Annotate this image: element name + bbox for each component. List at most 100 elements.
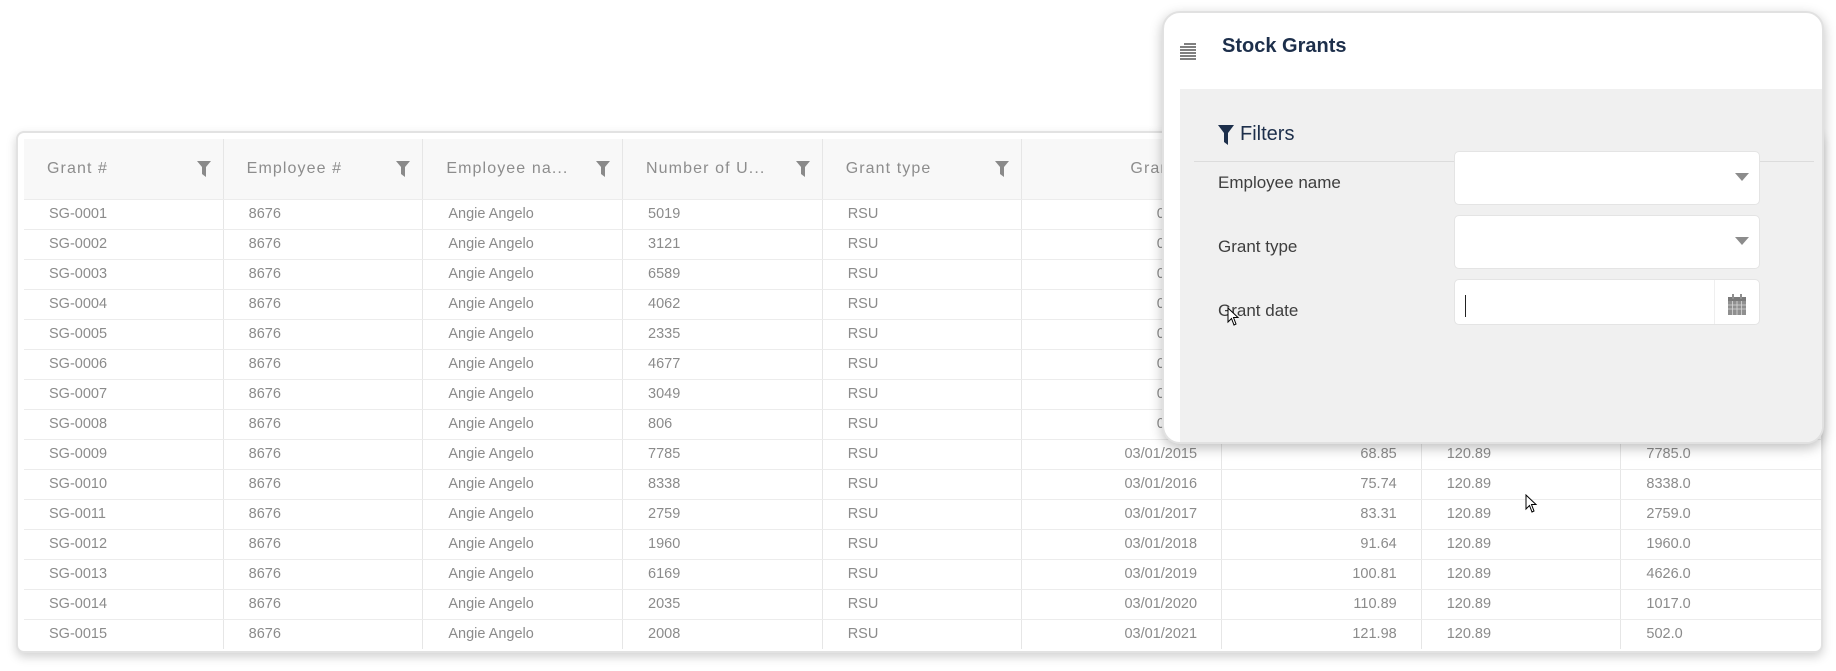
- number-of-units-cell: 4677: [623, 350, 823, 379]
- grant-number-cell: SG-0009: [24, 440, 224, 469]
- grant-type-cell: RSU: [823, 350, 1023, 379]
- filters-title: Filters: [1240, 123, 1295, 145]
- calendar-icon[interactable]: [1727, 294, 1747, 316]
- filter-icon: [1218, 124, 1234, 145]
- employee-number-cell: 8676: [224, 560, 424, 589]
- col-9-cell: 502.0: [1646, 626, 1683, 642]
- table-row[interactable]: SG-0015 8676 Angie Angelo 2008 RSU 03/01/2021…: [24, 619, 1821, 649]
- number-of-units-cell: 4062: [623, 290, 823, 319]
- grant-number-cell: SG-0013: [24, 560, 224, 589]
- grant-number-cell: SG-0001: [24, 200, 224, 229]
- employee-number-cell: 8676: [224, 380, 424, 409]
- grant-date-input[interactable]: [1455, 280, 1715, 324]
- employee-number-cell: 8676: [224, 470, 424, 499]
- table-row[interactable]: SG-0014 8676 Angie Angelo 2035 RSU 03/01/2020…: [24, 589, 1821, 619]
- col-8-cell: 120.89: [1422, 500, 1622, 529]
- menu-lines-icon[interactable]: [1178, 41, 1198, 61]
- col-8-cell: 120.89: [1422, 590, 1622, 619]
- grant-number-cell: SG-0010: [24, 470, 224, 499]
- number-of-units-cell: 8338: [623, 470, 823, 499]
- employee-name-cell: Angie Angelo: [423, 440, 624, 469]
- col-8-cell: 120.89: [1422, 440, 1622, 469]
- employee-name-cell: Angie Angelo: [423, 530, 624, 559]
- employee-number-cell: 8676: [224, 590, 424, 619]
- table-row[interactable]: SG-0011 8676 Angie Angelo 2759 RSU 03/01/2017…: [24, 499, 1821, 529]
- employee-name-cell: Angie Angelo: [423, 470, 624, 499]
- grant-type-cell: RSU: [823, 230, 1023, 259]
- column-filter-icon[interactable]: [596, 161, 611, 177]
- column-header-label: Employee #: [246, 160, 343, 177]
- grant-type-cell: RSU: [823, 470, 1023, 499]
- chevron-down-icon[interactable]: [1735, 173, 1749, 181]
- grant-type-cell: RSU: [823, 440, 1023, 469]
- col-8-cell: 120.89: [1422, 470, 1622, 499]
- col-9-cell: 8338.0: [1646, 476, 1691, 492]
- column-header[interactable]: Grant type: [823, 139, 1023, 199]
- grant-number-cell: SG-0002: [24, 230, 224, 259]
- column-filter-icon[interactable]: [196, 161, 211, 177]
- grant-date-cell: 03/01/2016: [1022, 470, 1223, 499]
- employee-number-cell: 8676: [224, 350, 424, 379]
- col-9-cell: 1960.0: [1646, 536, 1691, 552]
- grant-date-cell: 03/01/2017: [1022, 500, 1223, 529]
- grant-number-cell: SG-0011: [24, 500, 224, 529]
- employee-number-cell: 8676: [224, 410, 424, 439]
- number-of-units-cell: 2035: [623, 590, 823, 619]
- col-9-cell: 1017.0: [1646, 596, 1691, 612]
- column-filter-icon[interactable]: [795, 161, 810, 177]
- column-header[interactable]: Number of U...: [623, 139, 823, 199]
- column-filter-icon[interactable]: [995, 161, 1010, 177]
- col-7-cell: 75.74: [1222, 470, 1422, 499]
- column-header[interactable]: Grant #: [24, 139, 224, 199]
- employee-name-cell: Angie Angelo: [423, 290, 624, 319]
- grant-number-cell: SG-0007: [24, 380, 224, 409]
- column-header[interactable]: Employee #: [224, 139, 424, 199]
- grant-type-cell: RSU: [823, 290, 1023, 319]
- employee-number-cell: 8676: [224, 530, 424, 559]
- number-of-units-cell: 3121: [623, 230, 823, 259]
- grant-number-cell: SG-0006: [24, 350, 224, 379]
- text-caret: [1465, 295, 1466, 317]
- employee-number-cell: 8676: [224, 440, 424, 469]
- grant-type-cell: RSU: [823, 530, 1023, 559]
- grant-date-field: [1454, 279, 1760, 325]
- number-of-units-cell: 6589: [623, 260, 823, 289]
- column-header-label: Employee na...: [446, 160, 569, 177]
- chevron-down-icon[interactable]: [1735, 237, 1749, 245]
- grant-type-cell: RSU: [823, 200, 1023, 229]
- number-of-units-cell: 806: [623, 410, 823, 439]
- grant-type-cell: RSU: [823, 410, 1023, 439]
- grant-number-cell: SG-0003: [24, 260, 224, 289]
- employee-number-cell: 8676: [224, 320, 424, 349]
- grant-type-cell: RSU: [823, 590, 1023, 619]
- col-7-cell: 121.98: [1222, 620, 1422, 649]
- col-7-cell: 100.81: [1222, 560, 1422, 589]
- employee-number-cell: 8676: [224, 230, 424, 259]
- grant-type-cell: RSU: [823, 260, 1023, 289]
- grant-type-cell: RSU: [823, 320, 1023, 349]
- employee-name-dropdown[interactable]: [1454, 151, 1760, 205]
- filters-heading: Filters: [1218, 123, 1294, 146]
- table-row[interactable]: SG-0013 8676 Angie Angelo 6169 RSU 03/01/2019…: [24, 559, 1821, 589]
- column-header[interactable]: Employee na...: [423, 139, 624, 199]
- employee-name-cell: Angie Angelo: [423, 230, 624, 259]
- col-9-cell: 2759.0: [1646, 506, 1691, 522]
- grant-type-cell: RSU: [823, 500, 1023, 529]
- grant-date-cell: 03/01/2021: [1022, 620, 1223, 649]
- column-filter-icon[interactable]: [396, 161, 411, 177]
- filters-section: Filters Employee name Grant type Grant d…: [1180, 89, 1822, 442]
- grant-type-label: Grant type: [1218, 237, 1298, 256]
- grant-number-cell: SG-0014: [24, 590, 224, 619]
- employee-number-cell: 8676: [224, 500, 424, 529]
- col-7-cell: 68.85: [1222, 440, 1422, 469]
- panel-title: Stock Grants: [1222, 35, 1347, 57]
- grant-type-dropdown[interactable]: [1454, 215, 1760, 269]
- table-row[interactable]: SG-0010 8676 Angie Angelo 8338 RSU 03/01/2016…: [24, 469, 1821, 499]
- grant-type-cell: RSU: [823, 620, 1023, 649]
- employee-number-cell: 8676: [224, 260, 424, 289]
- col-8-cell: 120.89: [1422, 560, 1622, 589]
- employee-name-cell: Angie Angelo: [423, 620, 624, 649]
- number-of-units-cell: 2335: [623, 320, 823, 349]
- employee-name-cell: Angie Angelo: [423, 410, 624, 439]
- table-row[interactable]: SG-0012 8676 Angie Angelo 1960 RSU 03/01/2018…: [24, 529, 1821, 559]
